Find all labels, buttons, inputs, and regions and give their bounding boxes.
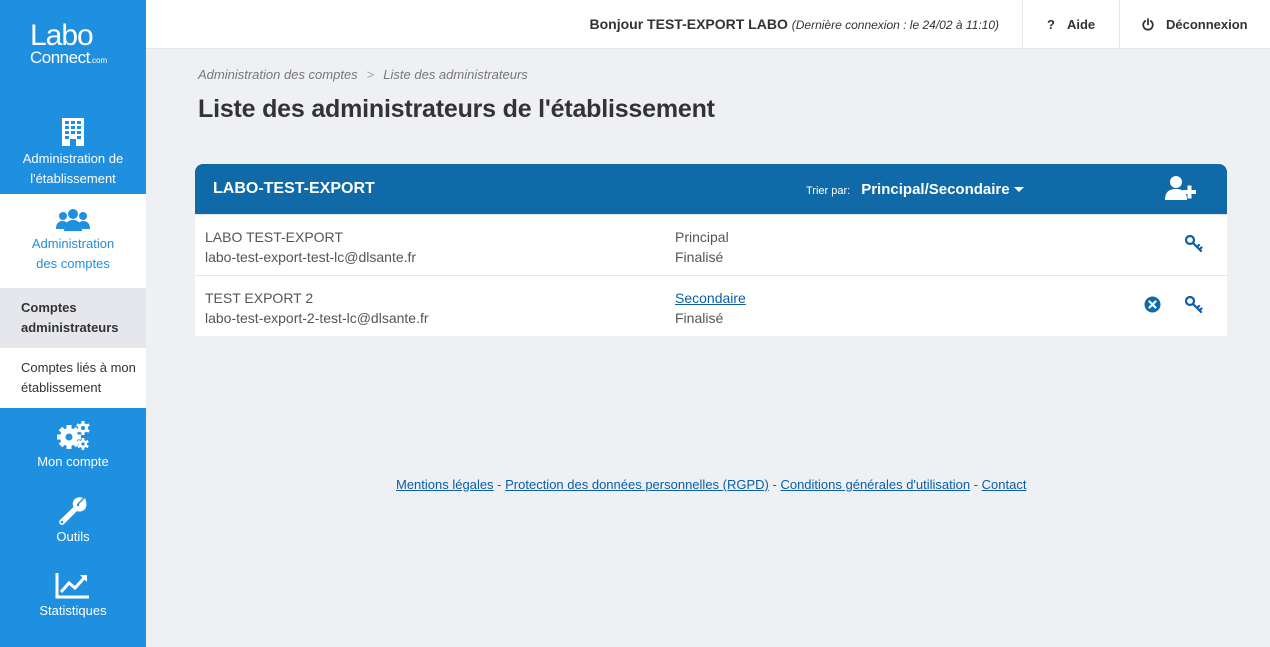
caret-down-icon [1013, 186, 1024, 192]
breadcrumb: Administration des comptes > Liste des adm… [198, 67, 528, 82]
footer-separator: - [970, 477, 982, 492]
nav-outils-label: Outils [56, 528, 90, 544]
users-icon [56, 208, 90, 232]
logo[interactable]: Labo Connect.com [0, 0, 146, 107]
admin-panel: LABO-TEST-EXPORT Trier par: Principal/Se… [195, 164, 1227, 336]
add-user-icon[interactable] [1165, 175, 1197, 207]
panel-header: LABO-TEST-EXPORT Trier par: Principal/Se… [195, 164, 1227, 214]
breadcrumb-separator: > [366, 67, 375, 82]
establishment-name: LABO-TEST-EXPORT [213, 180, 375, 197]
nav-comptes-label: Administration des comptes [31, 236, 115, 271]
admin-role-link[interactable]: Secondaire [675, 288, 746, 308]
greeting: Bonjour TEST-EXPORT LABO (Dernière conne… [590, 16, 1022, 32]
subnav-comptes-administrateurs-label: Comptes administrateurs [21, 300, 119, 335]
chart-line-icon [55, 571, 91, 599]
nav-statistiques[interactable]: Statistiques [0, 558, 146, 633]
nav-mon-compte-label: Mon compte [37, 453, 109, 469]
gears-icon [56, 420, 90, 450]
logout-label: Déconnexion [1166, 16, 1248, 32]
footer-link-rgpd[interactable]: Protection des données personnelles (RGP… [505, 477, 769, 492]
key-icon[interactable] [1184, 295, 1203, 317]
sort-dropdown[interactable]: Principal/Secondaire [861, 180, 1024, 198]
sort-control: Trier par: Principal/Secondaire [806, 181, 1024, 198]
key-icon[interactable] [1184, 234, 1203, 256]
sidebar: Labo Connect.com Administration de l'éta… [0, 0, 146, 647]
greeting-text: Bonjour TEST-EXPORT LABO [589, 16, 788, 32]
sort-value: Principal/Secondaire [861, 180, 1010, 198]
subnav-comptes-lies-label: Comptes liés à mon établissement [21, 360, 136, 395]
building-icon [61, 117, 85, 147]
logo-line2: Connect.com [30, 48, 108, 69]
admin-status: Finalisé [675, 310, 724, 326]
power-icon [1142, 17, 1154, 31]
admin-identity: TEST EXPORT 2 labo-test-export-2-test-lc… [205, 288, 429, 328]
table-row: LABO TEST-EXPORT labo-test-export-test-l… [195, 214, 1227, 275]
logo-line1: Labo [30, 19, 94, 52]
breadcrumb-item-admins: Liste des administrateurs [383, 67, 528, 82]
last-login: (Dernière connexion : le 24/02 à 11:10) [791, 18, 999, 32]
admin-email: labo-test-export-test-lc@dlsante.fr [205, 249, 417, 265]
footer-link-contact[interactable]: Contact [982, 477, 1027, 492]
subnav-comptes-administrateurs[interactable]: Comptes administrateurs [0, 288, 146, 348]
admin-role: Principal [675, 229, 729, 245]
logo-line2-text: Connect [30, 48, 90, 67]
nav-etablissement-label: Administration de l'établissement [22, 150, 124, 186]
close-circle-icon[interactable] [1144, 296, 1161, 316]
help-label: Aide [1066, 16, 1096, 32]
topbar: Bonjour TEST-EXPORT LABO (Dernière conne… [146, 0, 1270, 49]
admin-name: TEST EXPORT 2 [205, 290, 314, 306]
nav-mon-compte[interactable]: Mon compte [0, 408, 146, 483]
help-icon: ? [1047, 16, 1055, 32]
admin-email: labo-test-export-2-test-lc@dlsante.fr [205, 310, 429, 326]
sort-label: Trier par: [806, 184, 851, 197]
nav-outils[interactable]: Outils [0, 483, 146, 558]
admin-name: LABO TEST-EXPORT [205, 229, 343, 245]
page-title: Liste des administrateurs de l'établisse… [198, 95, 715, 123]
wrench-icon [58, 495, 88, 525]
subnav-comptes-lies[interactable]: Comptes liés à mon établissement [0, 348, 146, 408]
nav-etablissement[interactable]: Administration de l'établissement [0, 107, 146, 194]
admin-role-status: Principal Finalisé [675, 227, 729, 267]
breadcrumb-item-comptes[interactable]: Administration des comptes [198, 67, 358, 82]
footer-link-cgu[interactable]: Conditions générales d'utilisation [780, 477, 970, 492]
footer: Mentions légales - Protection des donnée… [396, 477, 1026, 492]
nav-comptes[interactable]: Administration des comptes [0, 194, 146, 288]
help-button[interactable]: ? Aide [1022, 0, 1119, 49]
table-row: TEST EXPORT 2 labo-test-export-2-test-lc… [195, 275, 1227, 336]
nav-statistiques-label: Statistiques [39, 602, 107, 618]
footer-separator: - [493, 477, 506, 492]
admin-status: Finalisé [675, 249, 724, 265]
logout-button[interactable]: Déconnexion [1119, 0, 1270, 49]
admin-role-status: Secondaire Finalisé [675, 288, 746, 328]
logo-suffix: .com [89, 56, 108, 65]
footer-separator: - [768, 477, 781, 492]
footer-link-mentions[interactable]: Mentions légales [396, 477, 494, 492]
admin-identity: LABO TEST-EXPORT labo-test-export-test-l… [205, 227, 416, 267]
